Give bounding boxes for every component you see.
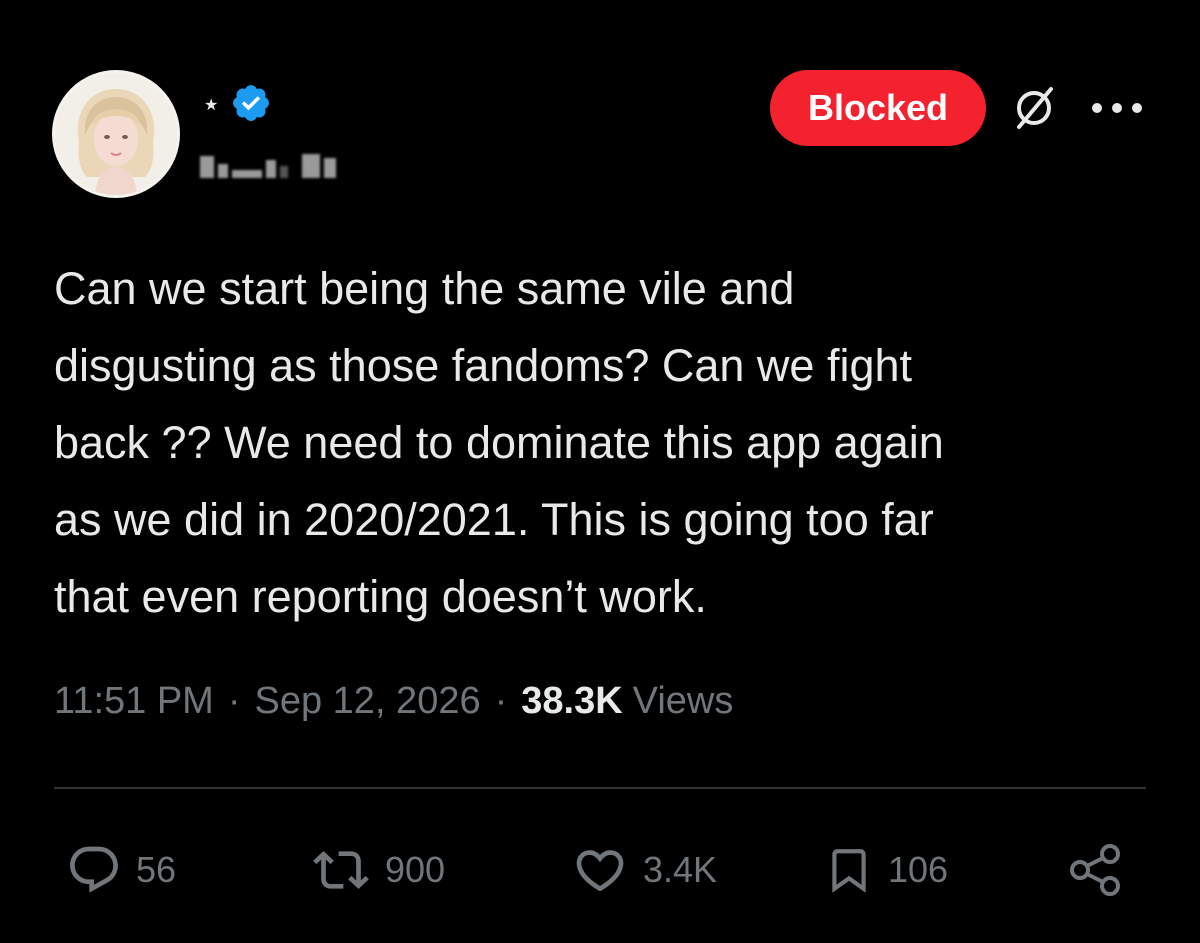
tweet-line: disgusting as those fandoms? Can we figh… bbox=[54, 340, 913, 391]
meta-separator: · bbox=[227, 680, 241, 722]
bookmark-count: 106 bbox=[888, 849, 949, 890]
like-button[interactable]: 3.4K bbox=[571, 838, 717, 902]
reply-count: 56 bbox=[136, 849, 177, 890]
tweet-meta: 11:51 PM · Sep 12, 2026 · 38.3K Views bbox=[54, 680, 733, 723]
retweet-button[interactable]: 900 bbox=[311, 838, 445, 902]
tweet-line: as we did in 2020/2021. This is going to… bbox=[54, 494, 934, 545]
tweet-text: Can we start being the same vile and dis… bbox=[54, 250, 1154, 635]
header-actions: Blocked bbox=[769, 70, 1152, 146]
bookmark-icon bbox=[824, 840, 874, 900]
bookmark-button[interactable]: 106 bbox=[824, 838, 948, 902]
share-button[interactable] bbox=[1066, 838, 1126, 902]
divider bbox=[54, 787, 1146, 789]
blocked-button[interactable]: Blocked bbox=[769, 70, 986, 146]
author-name-row[interactable]: ★ bbox=[204, 82, 272, 129]
obscured-handle bbox=[200, 154, 336, 178]
tweet-date[interactable]: Sep 12, 2026 bbox=[255, 680, 481, 723]
avatar-image bbox=[55, 73, 177, 195]
verified-badge-icon bbox=[230, 82, 272, 129]
share-icon bbox=[1066, 842, 1126, 898]
action-bar: 56 900 3.4K 106 bbox=[66, 838, 1136, 902]
tweet-line: back ?? We need to dominate this app aga… bbox=[54, 417, 944, 468]
like-count: 3.4K bbox=[643, 849, 718, 890]
blocked-slash-icon[interactable] bbox=[1006, 80, 1062, 136]
avatar[interactable] bbox=[52, 70, 180, 198]
heart-icon bbox=[571, 842, 629, 898]
meta-separator: · bbox=[494, 680, 508, 722]
retweet-icon bbox=[311, 842, 371, 898]
tweet-line: Can we start being the same vile and bbox=[54, 263, 795, 314]
views-label[interactable]: Views bbox=[633, 680, 734, 723]
views-count[interactable]: 38.3K bbox=[521, 680, 622, 723]
more-dots-icon[interactable] bbox=[1082, 80, 1152, 136]
display-name[interactable]: ★ bbox=[204, 97, 218, 114]
reply-button[interactable]: 56 bbox=[66, 838, 176, 902]
reply-bubble-icon bbox=[66, 842, 122, 898]
tweet-header: ★ Blocked bbox=[52, 68, 1152, 203]
tweet-line: that even reporting doesn’t work. bbox=[54, 571, 707, 622]
retweet-count: 900 bbox=[385, 849, 446, 890]
tweet-time[interactable]: 11:51 PM bbox=[54, 680, 214, 723]
